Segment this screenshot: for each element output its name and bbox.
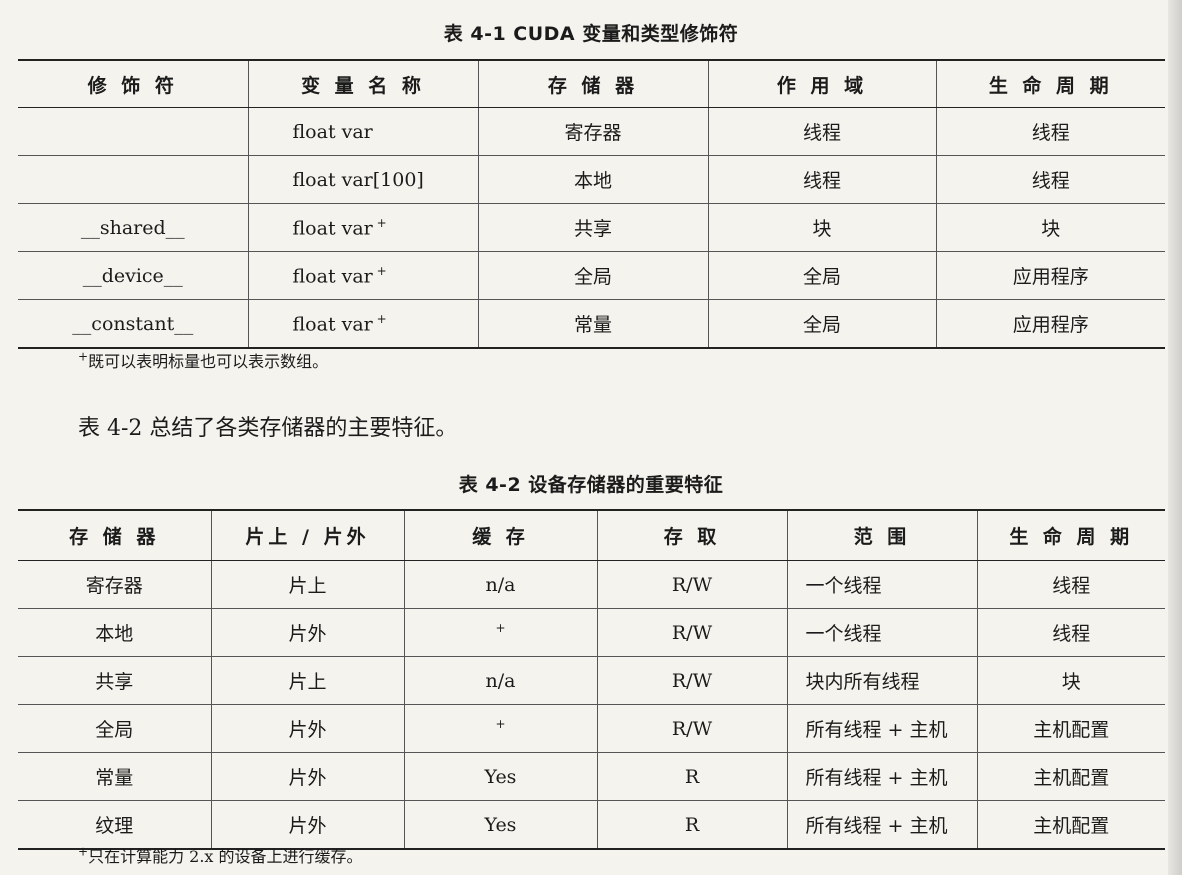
table-cell: 线程: [707, 107, 936, 156]
table-cell: 主机配置: [976, 704, 1165, 753]
table-cell: [18, 107, 248, 156]
table-cell: 应用程序: [935, 251, 1165, 300]
table-cell: 共享: [477, 203, 708, 252]
table-cell: R/W: [596, 608, 787, 657]
table-cell: __shared__: [18, 203, 248, 252]
table-row: 本地 片外 + R/W 一个线程 线程: [18, 608, 1165, 657]
table-cell: 片上: [210, 560, 404, 609]
book-page: 表 4-1 CUDA 变量和类型修饰符 修 饰 符 变 量 名 称 存 储 器 …: [0, 0, 1182, 875]
table-row: __device__ float var + 全局 全局 应用程序: [18, 251, 1165, 300]
page-edge-shadow: [1168, 0, 1182, 875]
header-qualifier: 修 饰 符: [18, 59, 248, 108]
table-cell: 一个线程: [786, 608, 977, 657]
table-row: 全局 片外 + R/W 所有线程 + 主机 主机配置: [18, 704, 1165, 753]
table-cell: 主机配置: [976, 752, 1165, 801]
table-cell: 线程: [976, 560, 1165, 609]
table-cell: R: [596, 752, 787, 801]
table-cell: R: [596, 800, 787, 850]
table-cell: 线程: [976, 608, 1165, 657]
table-row: float var 寄存器 线程 线程: [18, 107, 1165, 156]
table1-caption: 表 4-1 CUDA 变量和类型修饰符: [443, 23, 739, 45]
table-cell: 块: [707, 203, 936, 252]
table-cell: float var[100]: [247, 155, 478, 204]
header-cache: 缓 存: [403, 509, 597, 561]
table-cell: 线程: [935, 107, 1165, 156]
table-cell: __constant__: [18, 299, 248, 349]
table-cell: 全局: [18, 704, 211, 753]
table-cell: 线程: [707, 155, 936, 204]
table-cell: R/W: [596, 560, 787, 609]
table-cell: 块: [935, 203, 1165, 252]
table-cell: R/W: [596, 656, 787, 705]
header-access: 存 取: [596, 509, 787, 561]
table1-footnote: +既可以表明标量也可以表示数组。: [78, 349, 329, 371]
device-memory-table: 存 储 器 片上 / 片外 缓 存 存 取 范 围 生 命 周 期 寄存器 片上 n…: [18, 509, 1165, 850]
table-cell: 常量: [18, 752, 211, 801]
table-cell: +: [403, 704, 597, 753]
table-row: float var[100] 本地 线程 线程: [18, 155, 1165, 204]
cuda-qualifiers-table: 修 饰 符 变 量 名 称 存 储 器 作 用 域 生 命 周 期 float …: [18, 59, 1165, 349]
header-on-off-chip: 片上 / 片外: [210, 509, 404, 561]
header-memory: 存 储 器: [477, 59, 708, 108]
table-cell: 线程: [935, 155, 1165, 204]
table-cell: R/W: [596, 704, 787, 753]
table-cell: 块内所有线程: [786, 656, 977, 705]
table-row: __shared__ float var + 共享块块: [18, 203, 1165, 252]
table-cell: 所有线程 + 主机: [786, 752, 977, 801]
table-cell: 寄存器: [477, 107, 708, 156]
table-cell: float var +: [247, 203, 478, 252]
header-lifetime: 生 命 周 期: [976, 509, 1165, 561]
table-cell: 纹理: [18, 800, 211, 850]
table-row: 寄存器 片上 n/a R/W 一个线程 线程: [18, 560, 1165, 609]
table-cell: 片外: [210, 704, 404, 753]
table-cell: float var +: [247, 299, 478, 349]
header-memory: 存 储 器: [18, 509, 211, 561]
table-header-row: 修 饰 符 变 量 名 称 存 储 器 作 用 域 生 命 周 期: [18, 59, 1165, 108]
header-range: 范 围: [786, 509, 977, 561]
table-cell: n/a: [403, 560, 597, 609]
header-variable-name: 变 量 名 称: [247, 59, 478, 108]
table-row: 纹理 片外 Yes R 所有线程 + 主机 主机配置: [18, 800, 1165, 850]
table-header-row: 存 储 器 片上 / 片外 缓 存 存 取 范 围 生 命 周 期: [18, 509, 1165, 561]
table-cell: 片外: [210, 752, 404, 801]
table-cell: 所有线程 + 主机: [786, 704, 977, 753]
table-cell: float var +: [247, 251, 478, 300]
table-cell: float var: [247, 107, 478, 156]
table-cell: Yes: [403, 752, 597, 801]
table-cell: 片外: [210, 800, 404, 850]
table-cell: 常量: [477, 299, 708, 349]
table-row: __constant__ float var + 常量 全局 应用程序: [18, 299, 1165, 349]
table-cell: __device__: [18, 251, 248, 300]
table-cell: 片外: [210, 608, 404, 657]
header-lifetime: 生 命 周 期: [935, 59, 1165, 108]
table-cell: 全局: [707, 299, 936, 349]
table-cell: 本地: [18, 608, 211, 657]
table-row: 常量 片外 Yes R 所有线程 + 主机 主机配置: [18, 752, 1165, 801]
table-cell: 全局: [477, 251, 708, 300]
table-cell: 全局: [707, 251, 936, 300]
table-cell: 所有线程 + 主机: [786, 800, 977, 850]
table-cell: 本地: [477, 155, 708, 204]
table-cell: 共享: [18, 656, 211, 705]
table-cell: n/a: [403, 656, 597, 705]
table-cell: 寄存器: [18, 560, 211, 609]
table-cell: 块: [976, 656, 1165, 705]
table-cell: Yes: [403, 800, 597, 850]
header-scope: 作 用 域: [707, 59, 936, 108]
table-cell: +: [403, 608, 597, 657]
body-paragraph: 表 4-2 总结了各类存储器的主要特征。: [78, 416, 458, 441]
table-cell: 片上: [210, 656, 404, 705]
table-cell: 一个线程: [786, 560, 977, 609]
table2-footnote: +只在计算能力 2.x 的设备上进行缓存。: [78, 844, 363, 866]
table-row: 共享 片上 n/a R/W 块内所有线程块: [18, 656, 1165, 705]
table-cell: 应用程序: [935, 299, 1165, 349]
table-cell: 主机配置: [976, 800, 1165, 850]
table2-caption: 表 4-2 设备存储器的重要特征: [458, 474, 724, 496]
table-cell: [18, 155, 248, 204]
